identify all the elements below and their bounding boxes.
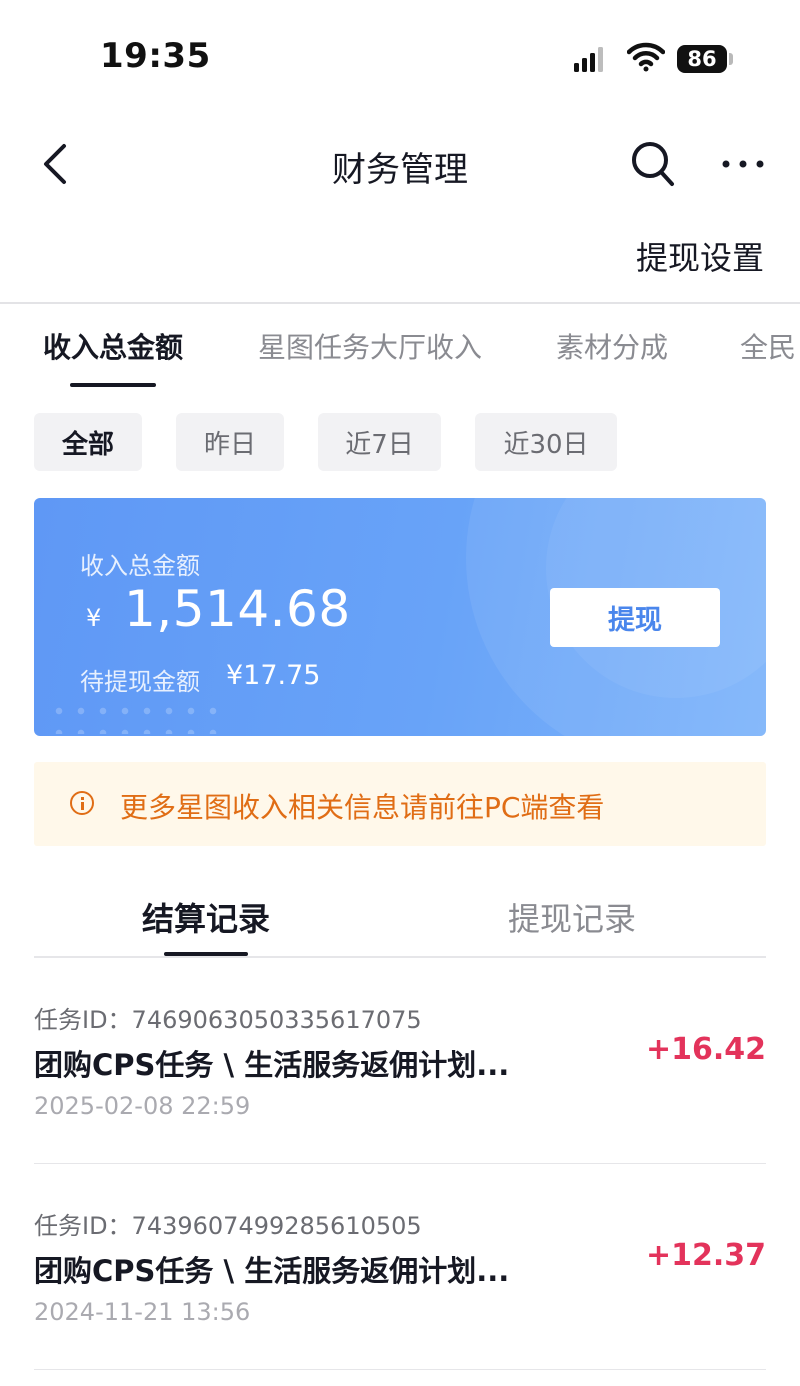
tab-everyone[interactable]: 全民	[740, 326, 796, 366]
pending-label: 待提现金额	[80, 668, 200, 696]
status-time: 19:35	[100, 36, 211, 76]
battery-icon: 86	[677, 45, 727, 73]
task-title: 团购CPS任务 \ 生活服务返佣计划...	[34, 1048, 510, 1082]
income-amount: 1,514.68	[124, 580, 351, 638]
withdraw-button[interactable]: 提现	[550, 588, 720, 647]
card-dot-pattern	[48, 700, 228, 734]
search-icon[interactable]	[628, 138, 678, 190]
tab-xingtu-task-income[interactable]: 星图任务大厅收入	[258, 326, 482, 366]
task-title: 团购CPS任务 \ 生活服务返佣计划...	[34, 1254, 510, 1288]
filter-yesterday[interactable]: 昨日	[176, 413, 284, 471]
tab-indicator	[70, 383, 156, 387]
list-item[interactable]: 任务ID：7469063050335617075 团购CPS任务 \ 生活服务返…	[34, 958, 766, 1164]
battery-tip	[729, 53, 733, 65]
info-notice: 更多星图收入相关信息请前往PC端查看	[34, 762, 766, 846]
filter-7-days[interactable]: 近7日	[318, 413, 441, 471]
filter-30-days[interactable]: 近30日	[475, 413, 617, 471]
income-label: 收入总金额	[80, 552, 200, 580]
category-tabs: 收入总金额 星图任务大厅收入 素材分成 全民	[0, 326, 800, 390]
more-icon[interactable]	[720, 150, 766, 178]
withdraw-settings-link[interactable]: 提现设置	[636, 233, 764, 279]
currency-symbol: ¥	[86, 604, 102, 632]
task-amount: +16.42	[645, 1032, 766, 1067]
tab-total-income[interactable]: 收入总金额	[43, 326, 183, 366]
task-date: 2025-02-08 22:59	[34, 1092, 251, 1120]
cellular-signal-icon	[574, 46, 604, 72]
wifi-icon	[627, 42, 665, 72]
filter-all[interactable]: 全部	[34, 413, 142, 471]
task-id: 任务ID：7439607499285610505	[34, 1212, 422, 1240]
list-item[interactable]: 任务ID：7439607499285610505 团购CPS任务 \ 生活服务返…	[34, 1164, 766, 1370]
list-divider	[34, 1368, 766, 1370]
page-title: 财务管理	[332, 150, 468, 190]
info-icon	[70, 791, 94, 815]
task-amount: +12.37	[645, 1238, 766, 1273]
tab-settlement-records[interactable]: 结算记录	[142, 894, 270, 940]
notice-text: 更多星图收入相关信息请前往PC端查看	[120, 791, 605, 824]
header-divider	[0, 302, 800, 304]
tab-withdraw-records[interactable]: 提现记录	[508, 894, 636, 940]
tab-material-share[interactable]: 素材分成	[556, 326, 668, 366]
task-date: 2024-11-21 13:56	[34, 1298, 251, 1326]
pending-value: ¥17.75	[226, 660, 321, 691]
income-summary-card: 收入总金额 ¥ 1,514.68 待提现金额 ¥17.75 提现	[34, 498, 766, 736]
task-id: 任务ID：7469063050335617075	[34, 1006, 422, 1034]
